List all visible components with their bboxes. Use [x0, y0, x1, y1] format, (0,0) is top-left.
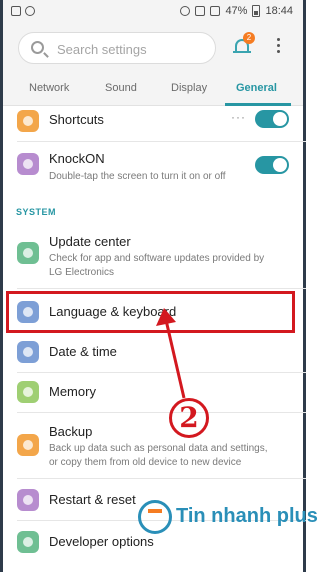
item-title: Shortcuts — [49, 112, 104, 127]
item-subtitle: Back up data such as personal data and s… — [49, 443, 268, 468]
more-dots-icon: ··· — [231, 110, 246, 124]
notification-icon — [11, 6, 21, 16]
item-title: Backup — [49, 424, 93, 439]
clock: 18:44 — [265, 5, 293, 17]
item-title: Update center — [49, 234, 131, 249]
shortcuts-toggle[interactable] — [255, 110, 289, 128]
status-bar: 47% 18:44 — [3, 0, 303, 24]
notifications-button[interactable]: 2 — [233, 32, 255, 56]
list-item-knockon[interactable]: KnockON Double-tap the screen to turn it… — [3, 143, 303, 195]
tab-display[interactable]: Display — [171, 82, 207, 94]
signal-icon — [210, 6, 221, 16]
notification-badge: 2 — [243, 32, 255, 44]
battery-percent: 47% — [225, 5, 248, 17]
settings-header: Search settings 2 — [3, 24, 303, 70]
tab-general[interactable]: General — [236, 82, 277, 94]
restart-icon — [17, 489, 39, 511]
item-title: Restart & reset — [49, 492, 136, 507]
list-item-update-center[interactable]: Update center Check for app and software… — [3, 226, 303, 286]
more-icon[interactable] — [277, 38, 281, 56]
update-center-icon — [17, 242, 39, 264]
section-header-system: SYSTEM — [16, 207, 57, 217]
divider — [17, 141, 306, 142]
developer-icon — [17, 531, 39, 553]
annotation-arrow — [156, 308, 186, 399]
knockon-toggle[interactable] — [255, 156, 289, 174]
item-title: Date & time — [49, 344, 117, 359]
calendar-icon — [17, 341, 39, 363]
item-subtitle: Double-tap the screen to turn it on or o… — [49, 171, 226, 182]
wifi-icon — [195, 6, 206, 16]
tab-bar: Network Sound Display General — [3, 70, 303, 106]
list-item-backup[interactable]: Backup Back up data such as personal dat… — [3, 416, 303, 476]
item-subtitle: Check for app and software updates provi… — [49, 253, 265, 278]
tab-network[interactable]: Network — [29, 82, 69, 94]
battery-icon — [252, 5, 261, 17]
shortcuts-icon — [17, 110, 39, 132]
step-number-badge: 2 — [169, 398, 209, 438]
item-title: Memory — [49, 384, 96, 399]
list-item-shortcuts[interactable]: Shortcuts ··· — [3, 106, 303, 142]
alarm-icon — [180, 6, 191, 16]
search-input[interactable]: Search settings — [18, 32, 216, 64]
search-icon — [31, 41, 44, 54]
tab-sound[interactable]: Sound — [105, 82, 137, 94]
knockon-icon — [17, 153, 39, 175]
item-title: KnockON — [49, 151, 105, 166]
divider — [17, 412, 306, 413]
divider — [17, 478, 306, 479]
watermark-logo-icon — [138, 500, 172, 534]
divider — [17, 288, 306, 289]
item-title: Developer options — [49, 534, 154, 549]
watermark-text: Tin nhanh plus — [176, 505, 318, 527]
search-placeholder: Search settings — [57, 42, 147, 57]
gallery-icon — [25, 6, 35, 16]
memory-icon — [17, 381, 39, 403]
backup-icon — [17, 434, 39, 456]
